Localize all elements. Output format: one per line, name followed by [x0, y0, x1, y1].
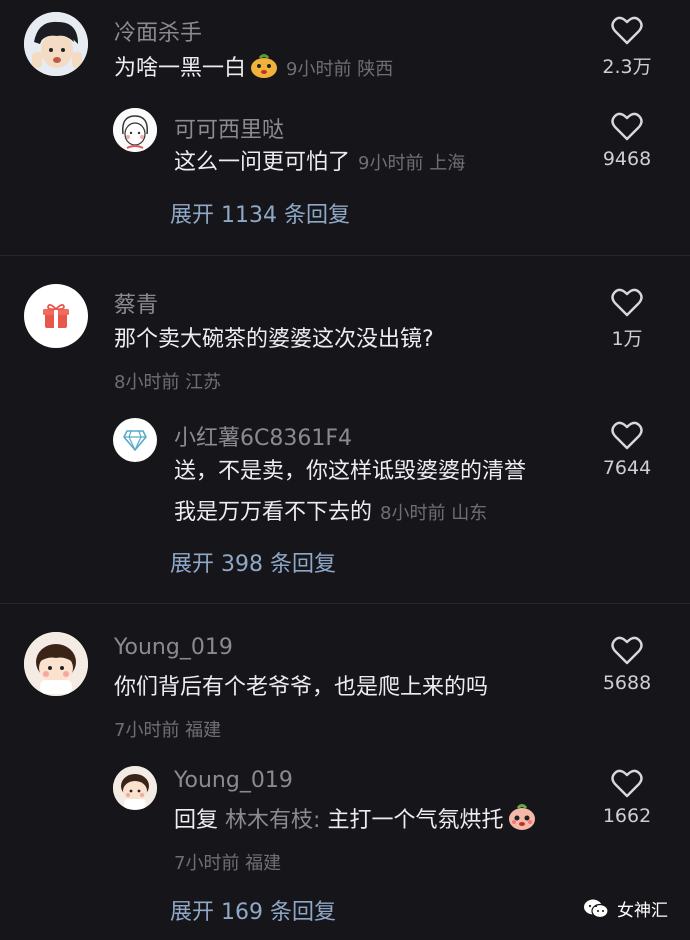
reply-meta: 7小时前 福建	[174, 853, 282, 874]
reply-meta: 8小时前 山东	[380, 503, 488, 524]
avatar[interactable]	[24, 12, 88, 76]
reply-body: 主打一个气氛烘托	[327, 808, 504, 833]
diamond-icon	[123, 430, 147, 451]
reply-body: 我是万万看不下去的	[174, 500, 373, 525]
like-button[interactable]: 1662	[582, 769, 672, 827]
avatar[interactable]	[24, 632, 88, 696]
expand-replies-button[interactable]: 展开 398 条回复	[170, 546, 336, 578]
reply-username[interactable]: Young_019	[174, 768, 293, 793]
heart-outline-icon	[611, 16, 643, 45]
expand-replies-button[interactable]: 展开 1134 条回复	[170, 197, 350, 229]
comment-username[interactable]: 冷面杀手	[114, 15, 202, 47]
heart-outline-icon	[611, 769, 643, 798]
comment-username[interactable]: 蔡青	[114, 287, 158, 319]
avatar[interactable]	[113, 108, 157, 152]
like-count: 9468	[602, 148, 652, 170]
reply-text: 回复 林木有枝: 主打一个气氛烘托	[174, 803, 537, 842]
wechat-icon	[584, 899, 609, 918]
like-count: 1662	[602, 805, 652, 827]
avatar[interactable]	[24, 284, 88, 348]
reply-text: 这么一问更可怕了 9小时前 上海	[174, 146, 465, 181]
comment-thread-2: 蔡青 那个卖大碗茶的婆婆这次没出镜? 8小时前 江苏 1万 小红薯6C8361F…	[0, 255, 690, 604]
comment-thread-3: Young_019 你们背后有个老爷爷，也是爬上来的吗 7小时前 福建 5688…	[0, 603, 690, 940]
heart-outline-icon	[611, 421, 643, 450]
like-button[interactable]: 7644	[582, 421, 672, 479]
reply-prefix: 回复	[174, 808, 219, 833]
mango-emoji-icon	[250, 53, 278, 90]
reply-body: 这么一问更可怕了	[174, 150, 351, 175]
like-button[interactable]: 1万	[582, 288, 672, 351]
watermark: 女神汇	[583, 896, 668, 921]
like-count: 5688	[602, 672, 652, 694]
avatar[interactable]	[113, 418, 157, 462]
reply-to-user[interactable]: 林木有枝:	[225, 808, 320, 833]
comment-meta: 8小时前 江苏	[114, 372, 222, 393]
gift-icon	[43, 304, 69, 328]
like-button[interactable]: 5688	[582, 636, 672, 694]
comment-text: 那个卖大碗茶的婆婆这次没出镜?	[114, 327, 434, 352]
heart-outline-icon	[611, 636, 643, 665]
comment-thread-1: 冷面杀手 为啥一黑一白 9小时前 陕西 2.3万 可可西里哒 这么一问更可怕了 9小…	[0, 0, 690, 255]
comment-username[interactable]: Young_019	[114, 635, 233, 660]
peach-emoji-icon	[507, 803, 537, 842]
reply-username[interactable]: 可可西里哒	[174, 112, 284, 144]
heart-outline-icon	[611, 288, 643, 317]
expand-replies-button[interactable]: 展开 169 条回复	[170, 894, 336, 926]
comment-meta: 9小时前 陕西	[286, 59, 394, 80]
comment-text: 为啥一黑一白 9小时前 陕西	[114, 52, 393, 90]
reply-text-line-2: 我是万万看不下去的 8小时前 山东	[174, 496, 487, 531]
like-button[interactable]: 2.3万	[582, 16, 672, 79]
like-button[interactable]: 9468	[582, 112, 672, 170]
heart-outline-icon	[611, 112, 643, 141]
reply-text-line-1: 送，不是卖，你这样诋毁婆婆的清誉	[174, 459, 527, 484]
like-count: 7644	[602, 457, 652, 479]
reply-username[interactable]: 小红薯6C8361F4	[174, 420, 352, 452]
comment-body: 为啥一黑一白	[114, 56, 247, 81]
comment-meta: 7小时前 福建	[114, 720, 222, 741]
reply-meta: 9小时前 上海	[358, 153, 466, 174]
like-count: 2.3万	[602, 56, 652, 78]
comment-text: 你们背后有个老爷爷，也是爬上来的吗	[114, 675, 489, 700]
like-count: 1万	[611, 328, 643, 350]
avatar[interactable]	[113, 766, 157, 810]
watermark-text: 女神汇	[617, 901, 668, 921]
